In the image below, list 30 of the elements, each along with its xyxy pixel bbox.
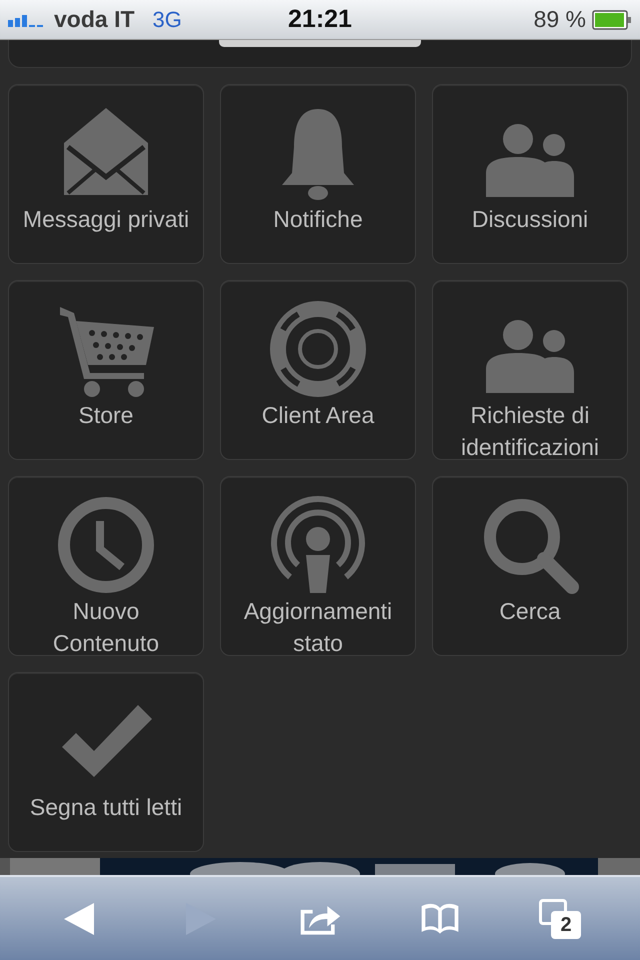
menu-tile[interactable]: Richieste di identificazioni bbox=[432, 280, 628, 460]
menu-tile[interactable]: Aggiornamenti stato bbox=[220, 476, 416, 656]
clock-icon bbox=[56, 495, 156, 595]
menu-label: Store bbox=[78, 401, 134, 430]
broadcast-icon bbox=[268, 495, 368, 595]
battery-percent: 89 % bbox=[534, 6, 586, 33]
menu-tile[interactable]: Cerca bbox=[432, 476, 628, 656]
menu-label: Cerca bbox=[498, 597, 562, 626]
pages-button[interactable]: 2 bbox=[528, 890, 592, 946]
menu-tile[interactable]: Client Area bbox=[220, 280, 416, 460]
menu-label: Nuovo Contenuto bbox=[52, 597, 160, 658]
lifebuoy-icon bbox=[268, 299, 368, 399]
menu-label: Richieste di identificazioni bbox=[460, 401, 600, 462]
menu-tile[interactable]: Notifiche bbox=[220, 84, 416, 264]
drag-handle[interactable] bbox=[219, 40, 421, 47]
menu-label: Messaggi privati bbox=[22, 205, 190, 234]
battery-icon bbox=[592, 10, 632, 30]
menu-label: Notifiche bbox=[272, 205, 364, 234]
carrier-name: voda IT bbox=[54, 6, 135, 33]
clock-time: 21:21 bbox=[287, 5, 353, 34]
menu-tile[interactable]: Messaggi privati bbox=[8, 84, 204, 264]
menu-label: Client Area bbox=[260, 401, 376, 430]
menu-label: Discussioni bbox=[470, 205, 590, 234]
menu-tile[interactable]: Discussioni bbox=[432, 84, 628, 264]
menu-label: Segna tutti letti bbox=[28, 793, 184, 822]
menu-tile[interactable]: Nuovo Contenuto bbox=[8, 476, 204, 656]
menu-tile[interactable]: Segna tutti letti bbox=[8, 672, 204, 852]
menu-label: Aggiornamenti stato bbox=[242, 597, 394, 658]
menu-tile[interactable]: Store bbox=[8, 280, 204, 460]
network-type: 3G bbox=[152, 6, 182, 32]
